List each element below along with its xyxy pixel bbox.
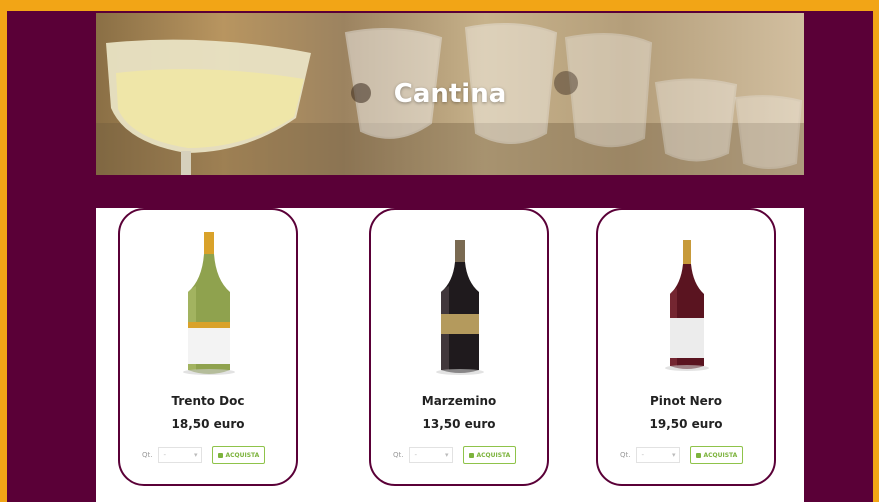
quantity-select[interactable]: - ▾ <box>636 447 681 463</box>
white-wine-bottle-image <box>183 232 235 375</box>
product-card-pinot-nero: Pinot Nero 19,50 euro Qt. - ▾ ACQUISTA <box>596 208 776 486</box>
product-price: 13,50 euro <box>422 417 496 431</box>
product-name: Pinot Nero <box>650 394 722 408</box>
shopping-bag-icon <box>696 452 702 458</box>
red-wine-bottle-image <box>665 240 709 371</box>
page-title: Cantina <box>393 79 507 109</box>
buy-button-label: ACQUISTA <box>476 451 511 459</box>
quantity-label: Qt. <box>393 451 404 459</box>
shopping-bag-icon <box>469 452 475 458</box>
buy-button[interactable]: ACQUISTA <box>212 446 266 464</box>
buy-button-label: ACQUISTA <box>703 451 738 459</box>
chevron-down-icon: ▾ <box>444 451 449 459</box>
product-name: Trento Doc <box>171 394 245 408</box>
quantity-select[interactable]: - ▾ <box>409 447 454 463</box>
product-grid: Trento Doc 18,50 euro Qt. - ▾ ACQUISTA M… <box>96 208 804 502</box>
buy-button[interactable]: ACQUISTA <box>690 446 744 464</box>
product-price: 19,50 euro <box>649 417 723 431</box>
quantity-select[interactable]: - ▾ <box>158 447 203 463</box>
quantity-value: - <box>641 451 645 459</box>
quantity-label: Qt. <box>142 451 153 459</box>
buy-button-label: ACQUISTA <box>225 451 260 459</box>
hero-banner: Cantina <box>96 13 804 175</box>
chevron-down-icon: ▾ <box>193 451 198 459</box>
shopping-bag-icon <box>218 452 224 458</box>
purchase-row: Qt. - ▾ ACQUISTA <box>142 446 266 464</box>
purchase-row: Qt. - ▾ ACQUISTA <box>620 446 744 464</box>
product-price: 18,50 euro <box>171 417 245 431</box>
product-card-trento-doc: Trento Doc 18,50 euro Qt. - ▾ ACQUISTA <box>118 208 298 486</box>
quantity-label: Qt. <box>620 451 631 459</box>
product-name: Marzemino <box>421 394 497 408</box>
quantity-value: - <box>163 451 167 459</box>
quantity-value: - <box>414 451 418 459</box>
product-card-marzemino: Marzemino 13,50 euro Qt. - ▾ ACQUISTA <box>369 208 549 486</box>
page-frame: Cantina Trento Doc 18,50 euro Qt. - ▾ AC… <box>7 11 873 502</box>
red-wine-bottle-image <box>436 240 484 375</box>
chevron-down-icon: ▾ <box>671 451 676 459</box>
buy-button[interactable]: ACQUISTA <box>463 446 517 464</box>
purchase-row: Qt. - ▾ ACQUISTA <box>393 446 517 464</box>
